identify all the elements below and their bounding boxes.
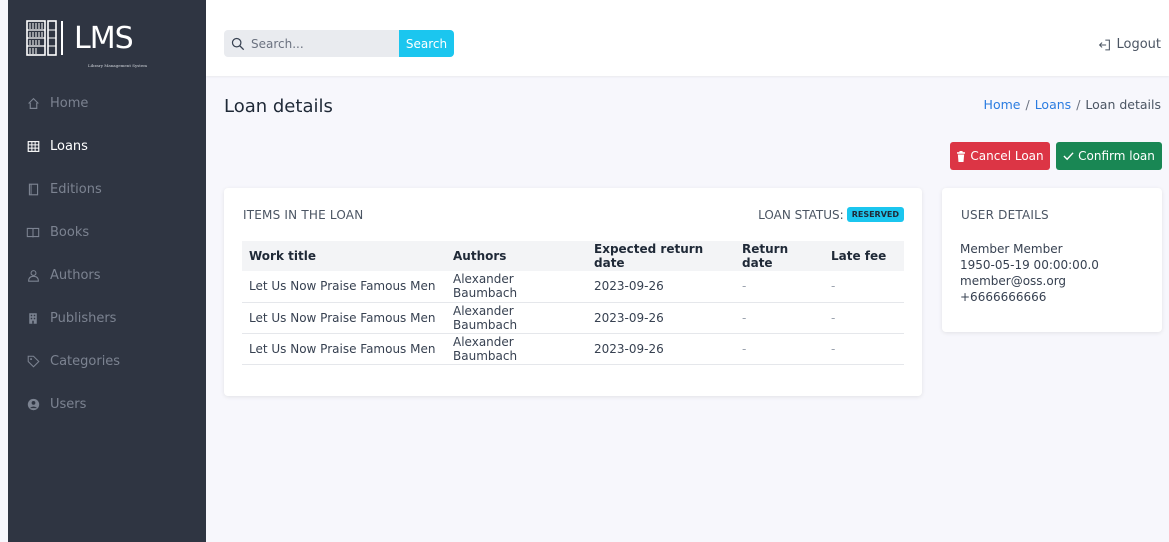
loan-status-label: LOAN STATUS: [758,207,844,222]
sidebar-item-loans[interactable]: Loans [8,125,206,168]
sidebar-item-label: Home [50,96,89,111]
cell-late-fee: - [824,333,904,365]
logout-link[interactable]: Logout [1098,37,1161,52]
loan-items-card: ITEMS IN THE LOAN LOAN STATUS: RESERVED … [224,188,922,396]
status-badge: RESERVED [846,207,904,222]
book-icon [26,226,40,240]
cell-return-date: - [735,333,824,365]
user-circle-icon [26,398,40,412]
library-logo-icon [26,18,70,58]
sidebar-item-label: Editions [50,182,102,197]
search-box: Search [224,30,454,57]
cell-return-date: - [735,302,824,334]
sidebar-item-authors[interactable]: Authors [8,254,206,297]
user-name: Member Member [960,242,1063,256]
cell-expected-return: 2023-09-26 [587,333,735,365]
loan-status: LOAN STATUS: RESERVED [758,207,904,222]
breadcrumb-separator: / [1076,97,1081,112]
sidebar: LMS Library Management System Home Loans… [8,0,206,542]
table-row: Let Us Now Praise Famous Men Alexander B… [242,302,904,334]
sidebar-item-categories[interactable]: Categories [8,340,206,383]
column-header: Work title [242,241,446,271]
logout-icon [1098,39,1111,51]
cancel-loan-button[interactable]: Cancel Loan [950,142,1050,170]
column-header: Late fee [824,241,904,271]
sidebar-item-users[interactable]: Users [8,383,206,426]
cell-late-fee: - [824,302,904,334]
user-icon [26,269,40,283]
cell-authors: Alexander Baumbach [446,271,587,303]
sidebar-nav: Home Loans Editions Books Authors Publis… [8,82,206,426]
search-button[interactable]: Search [399,30,454,57]
sidebar-item-books[interactable]: Books [8,211,206,254]
sidebar-item-label: Categories [50,354,121,369]
trash-icon [956,150,966,162]
cancel-loan-label: Cancel Loan [970,149,1044,163]
column-header: Return date [735,241,824,271]
loan-items-table: Work title Authors Expected return date … [242,241,904,365]
breadcrumb-current: Loan details [1085,97,1161,112]
logo-subtitle: Library Management System [88,63,148,68]
breadcrumb-separator: / [1025,97,1030,112]
sidebar-item-label: Users [50,397,87,412]
page-title: Loan details [224,96,333,117]
confirm-loan-label: Confirm loan [1078,149,1155,163]
building-icon [26,312,40,326]
breadcrumb-home[interactable]: Home [984,97,1021,112]
table-row: Let Us Now Praise Famous Men Alexander B… [242,271,904,303]
cell-work-title: Let Us Now Praise Famous Men [242,333,446,365]
check-icon [1063,151,1074,161]
user-email: member@oss.org [960,274,1067,288]
cell-return-date: - [735,271,824,303]
cell-work-title: Let Us Now Praise Famous Men [242,271,446,303]
search-icon [231,37,245,51]
logo-text: LMS [74,20,134,56]
column-header: Expected return date [587,241,735,271]
tag-icon [26,355,40,369]
sidebar-item-home[interactable]: Home [8,82,206,125]
cell-late-fee: - [824,271,904,303]
top-bar: Search Logout [206,0,1169,76]
sidebar-item-label: Books [50,225,90,240]
cell-authors: Alexander Baumbach [446,302,587,334]
cell-work-title: Let Us Now Praise Famous Men [242,302,446,334]
user-details-card: USER DETAILS Member Member 1950-05-19 00… [942,188,1162,332]
sidebar-item-label: Loans [50,139,88,154]
user-birth-date: 1950-05-19 00:00:00.0 [960,258,1099,272]
loan-items-heading: ITEMS IN THE LOAN [243,208,364,222]
sidebar-item-label: Authors [50,268,101,283]
home-icon [26,97,40,111]
confirm-loan-button[interactable]: Confirm loan [1056,142,1162,170]
cell-expected-return: 2023-09-26 [587,271,735,303]
breadcrumb-loans[interactable]: Loans [1035,97,1072,112]
search-input[interactable] [251,36,401,51]
cell-authors: Alexander Baumbach [446,333,587,365]
table-header-row: Work title Authors Expected return date … [242,241,904,271]
column-header: Authors [446,241,587,271]
user-details: Member Member 1950-05-19 00:00:00.0 memb… [960,241,1099,305]
sidebar-item-editions[interactable]: Editions [8,168,206,211]
logout-label: Logout [1116,37,1161,52]
sidebar-item-publishers[interactable]: Publishers [8,297,206,340]
breadcrumb: Home / Loans / Loan details [984,97,1161,112]
user-phone: +6666666666 [960,290,1047,304]
cell-expected-return: 2023-09-26 [587,302,735,334]
table-icon [26,140,40,154]
table-row: Let Us Now Praise Famous Men Alexander B… [242,333,904,365]
user-details-heading: USER DETAILS [961,208,1049,222]
copy-icon [26,183,40,197]
sidebar-item-label: Publishers [50,311,117,326]
